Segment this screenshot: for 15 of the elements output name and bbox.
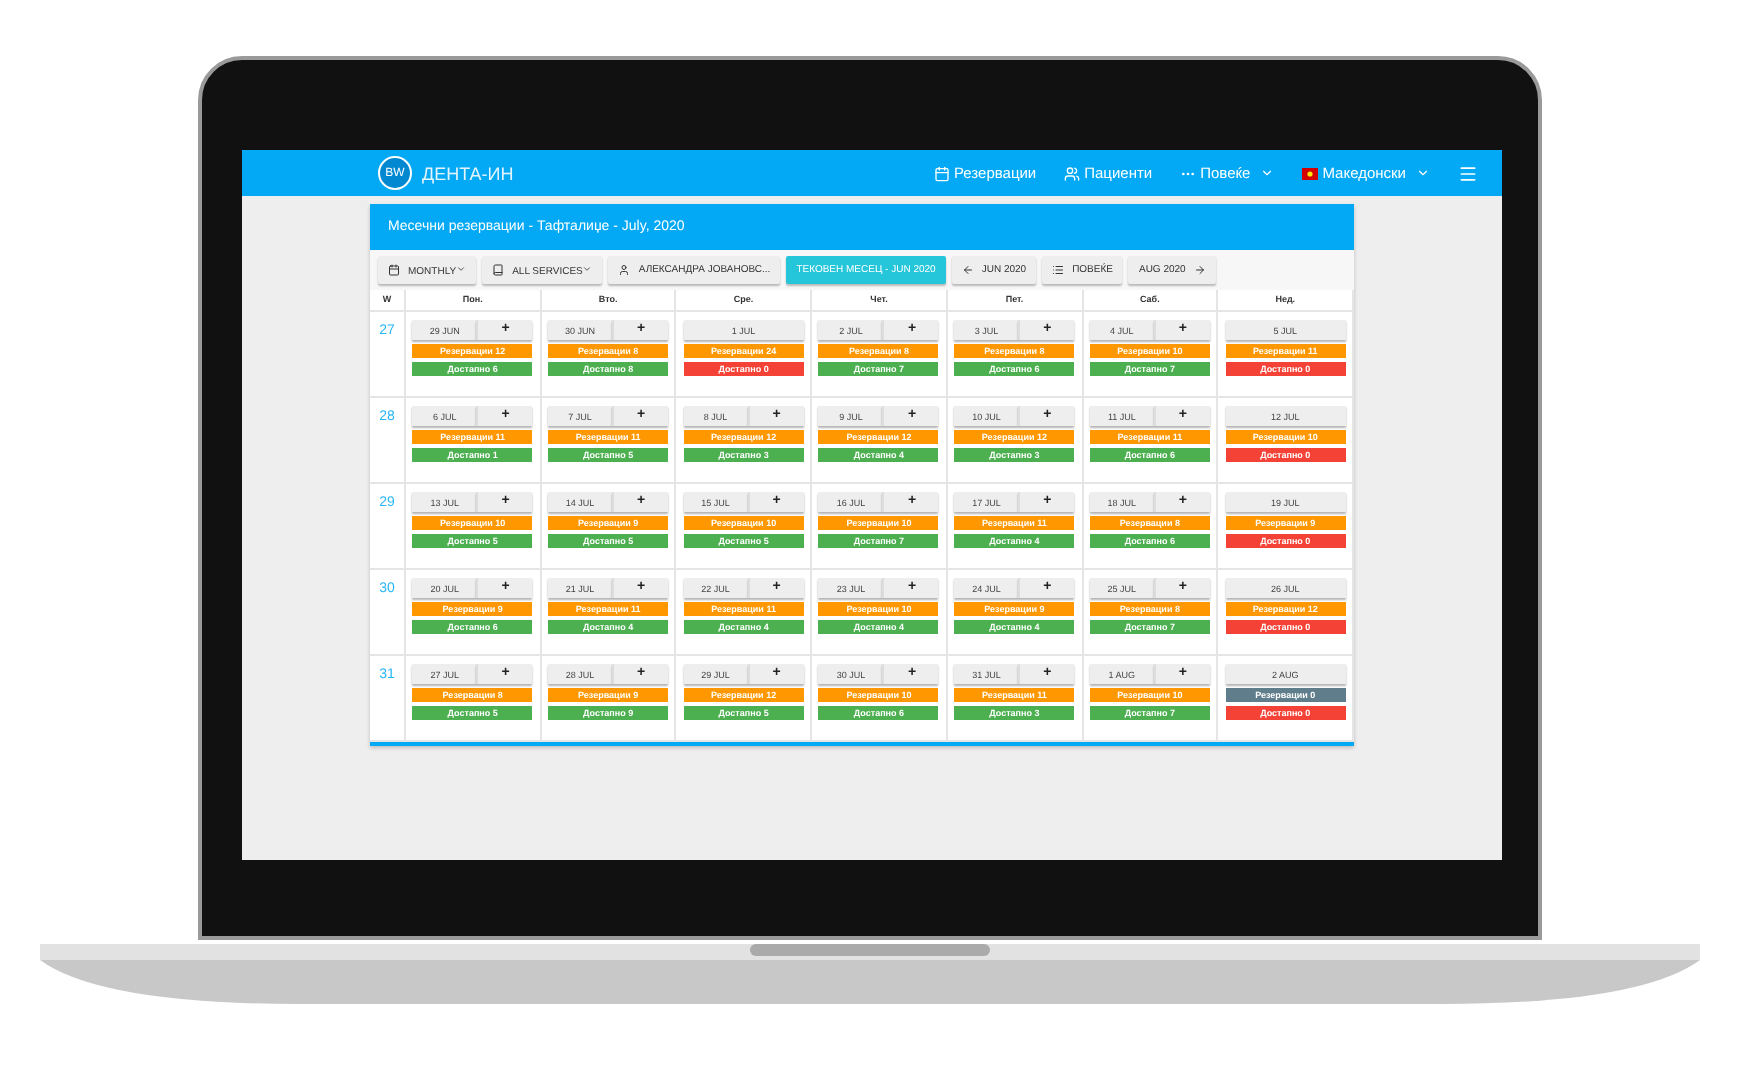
list-icon — [1052, 264, 1065, 276]
users-icon — [1064, 165, 1081, 181]
menu-icon[interactable] — [1458, 163, 1478, 183]
caret-icon — [456, 263, 467, 273]
caret-icon — [1416, 166, 1430, 180]
arrow-right-icon — [1193, 264, 1206, 276]
flag-icon — [1302, 167, 1319, 179]
calendar-icon — [934, 165, 950, 181]
book-icon — [492, 264, 505, 276]
calendar-icon — [388, 264, 400, 276]
brand-name: ДЕНТА-ИН — [422, 163, 514, 183]
caret-icon — [1260, 166, 1275, 180]
user-icon — [618, 264, 631, 276]
arrow-left-icon — [961, 264, 974, 276]
caret-icon — [582, 263, 593, 273]
